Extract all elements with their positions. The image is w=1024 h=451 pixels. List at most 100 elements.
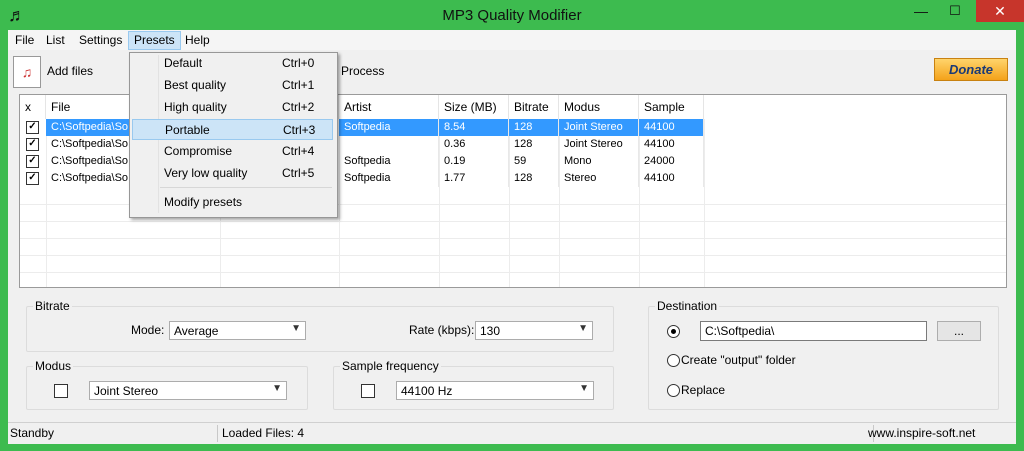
cell-sample: 44100	[639, 170, 704, 187]
preset-shortcut: Ctrl+5	[282, 166, 315, 180]
preset-label: Best quality	[164, 78, 227, 92]
close-button[interactable]: ✕	[976, 0, 1024, 22]
row-checkbox[interactable]: ✓	[26, 155, 39, 168]
column-header-size[interactable]: Size (MB)	[439, 95, 509, 119]
preset-shortcut: Ctrl+3	[283, 123, 316, 137]
mode-label: Mode:	[131, 323, 165, 337]
cell-artist: Softpedia	[339, 153, 439, 170]
sample-frequency-checkbox[interactable]	[361, 384, 375, 398]
status-state: Standby	[8, 425, 218, 442]
cell-size: 8.54	[439, 119, 509, 136]
cell-bitrate: 128	[509, 119, 559, 136]
cell-modus: Joint Stereo	[559, 119, 639, 136]
add-files-icon[interactable]: ♫	[13, 56, 41, 88]
chevron-down-icon: ▼	[578, 323, 588, 334]
modus-value: Joint Stereo	[94, 384, 159, 398]
status-website: www.inspire-soft.net	[868, 426, 976, 440]
bitrate-group: Bitrate Mode: Average ▼ Rate (kbps): 130…	[26, 299, 614, 352]
cell-artist	[339, 136, 439, 153]
preset-label: Very low quality	[164, 166, 248, 180]
chevron-down-icon: ▼	[291, 323, 301, 334]
destination-group-title: Destination	[655, 299, 720, 313]
modus-select[interactable]: Joint Stereo ▼	[89, 381, 287, 400]
bitrate-group-title: Bitrate	[33, 299, 72, 313]
process-button[interactable]: Process	[341, 64, 384, 78]
column-header-artist[interactable]: Artist	[339, 95, 439, 119]
modus-checkbox[interactable]	[54, 384, 68, 398]
modify-presets-label: Modify presets	[164, 195, 243, 209]
preset-high-quality[interactable]: High quality Ctrl+2	[132, 97, 333, 118]
minimize-button[interactable]: —	[906, 0, 936, 22]
replace-radio[interactable]	[667, 384, 680, 397]
modus-group-title: Modus	[33, 359, 74, 373]
browse-button[interactable]: ...	[937, 321, 981, 341]
preset-portable[interactable]: Portable Ctrl+3	[132, 119, 333, 140]
presets-menu: Default Ctrl+0 Best quality Ctrl+1 High …	[129, 52, 338, 218]
preset-label: Default	[164, 56, 203, 70]
menu-help[interactable]: Help	[180, 32, 215, 49]
preset-label: Portable	[165, 123, 210, 137]
cell-sample: 44100	[639, 136, 704, 153]
destination-group: Destination C:\Softpedia\ ... Create "ou…	[648, 299, 999, 410]
sample-frequency-select[interactable]: 44100 Hz ▼	[396, 381, 594, 400]
cell-size: 0.19	[439, 153, 509, 170]
app-window: ♬ MP3 Quality Modifier — ☐ ✕ File List S…	[0, 0, 1024, 451]
destination-path-input[interactable]: C:\Softpedia\	[700, 321, 927, 341]
row-checkbox[interactable]: ✓	[26, 121, 39, 134]
sample-frequency-value: 44100 Hz	[401, 384, 453, 398]
preset-shortcut: Ctrl+1	[282, 78, 315, 92]
preset-label: High quality	[164, 100, 227, 114]
cell-modus: Mono	[559, 153, 639, 170]
donate-button[interactable]: Donate	[934, 58, 1008, 81]
modify-presets-item[interactable]: Modify presets	[132, 192, 333, 213]
preset-best-quality[interactable]: Best quality Ctrl+1	[132, 75, 333, 96]
preset-compromise[interactable]: Compromise Ctrl+4	[132, 141, 333, 162]
cell-sample: 44100	[639, 119, 704, 136]
chevron-down-icon: ▼	[272, 383, 282, 394]
column-header-modus[interactable]: Modus	[559, 95, 639, 119]
cell-bitrate: 59	[509, 153, 559, 170]
maximize-button[interactable]: ☐	[940, 0, 970, 22]
create-output-radio[interactable]	[667, 354, 680, 367]
cell-modus: Stereo	[559, 170, 639, 187]
preset-shortcut: Ctrl+4	[282, 144, 315, 158]
mode-value: Average	[174, 324, 219, 338]
row-checkbox[interactable]: ✓	[26, 172, 39, 185]
rate-label: Rate (kbps):	[409, 323, 475, 337]
row-checkbox[interactable]: ✓	[26, 138, 39, 151]
cell-bitrate: 128	[509, 136, 559, 153]
preset-label: Compromise	[164, 144, 233, 158]
cell-size: 1.77	[439, 170, 509, 187]
cell-bitrate: 128	[509, 170, 559, 187]
menu-settings[interactable]: Settings	[74, 32, 127, 49]
rate-select[interactable]: 130 ▼	[475, 321, 593, 340]
mode-select[interactable]: Average ▼	[169, 321, 306, 340]
column-header-check[interactable]: x	[20, 95, 46, 119]
menu-presets[interactable]: Presets	[128, 31, 181, 50]
menu-separator	[160, 187, 332, 188]
sample-frequency-group: Sample frequency 44100 Hz ▼	[333, 359, 614, 410]
create-output-label[interactable]: Create "output" folder	[681, 353, 796, 367]
preset-shortcut: Ctrl+2	[282, 100, 315, 114]
add-files-button[interactable]: Add files	[47, 64, 93, 78]
menu-bar: File List Settings Presets Help	[8, 30, 1016, 50]
column-header-sample[interactable]: Sample fr...	[639, 95, 704, 138]
preset-very-low-quality[interactable]: Very low quality Ctrl+5	[132, 163, 333, 184]
cell-size: 0.36	[439, 136, 509, 153]
sample-frequency-group-title: Sample frequency	[340, 359, 441, 373]
replace-label[interactable]: Replace	[681, 383, 725, 397]
modus-group: Modus Joint Stereo ▼	[26, 359, 308, 410]
preset-default[interactable]: Default Ctrl+0	[132, 53, 333, 74]
window-title: MP3 Quality Modifier	[442, 7, 582, 24]
menu-file[interactable]: File	[10, 32, 39, 49]
menu-list[interactable]: List	[41, 32, 70, 49]
column-header-bitrate[interactable]: Bitrate	[509, 95, 559, 119]
cell-sample: 24000	[639, 153, 704, 170]
status-bar: Standby Loaded Files: 4 www.inspire-soft…	[8, 422, 1016, 444]
status-loaded-files: Loaded Files: 4	[220, 425, 874, 442]
cell-artist: Softpedia	[339, 119, 439, 136]
chevron-down-icon: ▼	[579, 383, 589, 394]
title-bar[interactable]: ♬ MP3 Quality Modifier — ☐ ✕	[0, 0, 1024, 30]
cell-modus: Joint Stereo	[559, 136, 639, 153]
destination-path-radio[interactable]	[667, 325, 680, 338]
